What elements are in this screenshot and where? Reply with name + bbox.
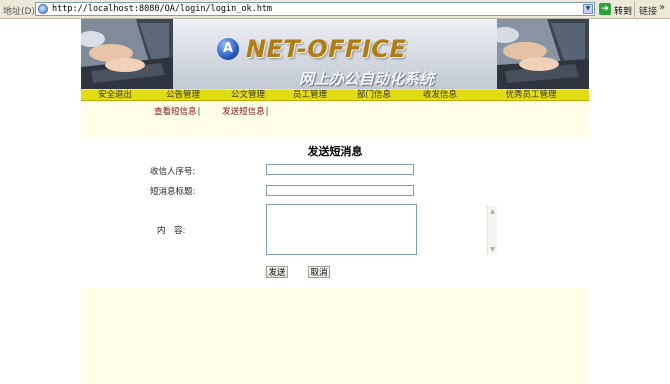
- scroll-up-icon[interactable]: ▲: [488, 207, 497, 216]
- content-textarea[interactable]: [266, 204, 417, 255]
- links-button[interactable]: 链接: [639, 4, 657, 17]
- nav-item-departments[interactable]: 部门信息: [341, 90, 407, 101]
- browser-address-bar: 地址(D) http://localhost:8080/OA/login/log…: [0, 0, 670, 19]
- content-label: 内 容:: [157, 226, 186, 236]
- go-arrow-icon: ➜: [599, 3, 611, 15]
- address-label: 地址(D): [3, 7, 35, 17]
- subject-label: 短消息标题:: [150, 187, 196, 197]
- chevron-right-icon[interactable]: »: [659, 2, 665, 13]
- laptop-photo-right: [497, 19, 589, 89]
- nav-item-documents[interactable]: 公文管理: [217, 90, 279, 101]
- scroll-down-icon[interactable]: ▼: [488, 245, 497, 254]
- cancel-button[interactable]: 取消: [308, 266, 330, 278]
- form-title: 发送短消息: [307, 145, 363, 158]
- toolbar-separator: [634, 2, 635, 17]
- recipient-label: 收信人序号:: [150, 167, 196, 177]
- nav-item-messages[interactable]: 收发信息: [407, 90, 473, 101]
- nav-item-top-employees[interactable]: 优秀员工管理: [473, 90, 589, 101]
- nav-item-announcements[interactable]: 公告管理: [149, 90, 217, 101]
- address-url[interactable]: http://localhost:8080/OA/login/login_ok.…: [52, 4, 272, 14]
- logo-badge-icon: A: [217, 38, 239, 60]
- view-messages-link[interactable]: 查看短信息: [154, 107, 197, 117]
- main-nav-bar: 安全退出 公告管理 公文管理 员工管理 部门信息 收发信息 优秀员工管理: [81, 89, 589, 101]
- send-messages-link[interactable]: 发送短信息: [222, 107, 265, 117]
- recipient-input[interactable]: [266, 164, 414, 175]
- page-container: A NET-OFFICE 网上办公自动化系统 安全退出 公告管理 公文管理 员工…: [81, 19, 589, 384]
- header-banner: A NET-OFFICE 网上办公自动化系统: [81, 19, 589, 89]
- logo-text: NET-OFFICE: [246, 35, 407, 63]
- laptop-photo-left: [81, 19, 173, 89]
- message-sublinks: 查看短信息| 发送短信息|: [154, 105, 271, 117]
- send-button[interactable]: 发送: [266, 266, 288, 278]
- page-icon: [38, 4, 48, 14]
- nav-item-logout[interactable]: 安全退出: [81, 90, 149, 101]
- system-subtitle: 网上办公自动化系统: [299, 70, 435, 88]
- go-label: 转到: [614, 7, 633, 17]
- subject-input[interactable]: [266, 185, 414, 196]
- address-input[interactable]: http://localhost:8080/OA/login/login_ok.…: [35, 2, 595, 16]
- link-separator: |: [265, 107, 269, 117]
- link-separator: |: [197, 107, 201, 117]
- chevron-down-icon[interactable]: ▼: [583, 4, 593, 14]
- textarea-scrollbar[interactable]: ▲ ▼: [487, 206, 497, 255]
- nav-item-employees[interactable]: 员工管理: [279, 90, 341, 101]
